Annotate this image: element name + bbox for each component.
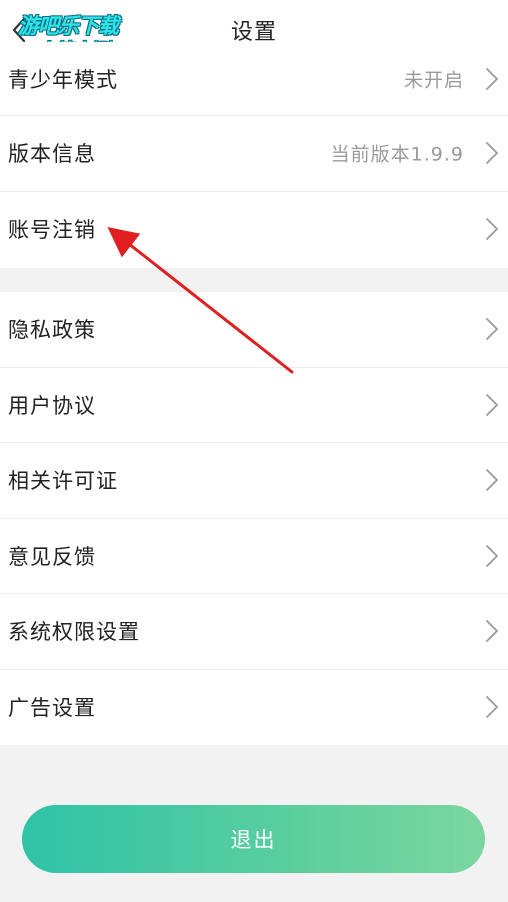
settings-item-version[interactable]: 版本信息 当前版本1.9.9 (0, 116, 508, 192)
settings-item-value: 当前版本1.9.9 (330, 143, 464, 166)
settings-item-label: 系统权限设置 (8, 620, 140, 645)
settings-group-account: 青少年模式 未开启 版本信息 当前版本1.9.9 账号注销 (0, 42, 508, 268)
settings-item-label: 意见反馈 (8, 544, 96, 569)
chevron-right-icon (485, 67, 499, 91)
chevron-right-icon (485, 695, 499, 719)
settings-item-value: 未开启 (403, 69, 464, 91)
settings-group-info: 隐私政策 用户协议 相关许可证 意见反馈 系统权限设置 广告设置 (0, 292, 508, 745)
chevron-right-icon (485, 468, 499, 492)
settings-item-licenses[interactable]: 相关许可证 (0, 443, 508, 519)
settings-item-teen-mode[interactable]: 青少年模式 未开启 (0, 42, 508, 116)
settings-item-ad-settings[interactable]: 广告设置 (0, 670, 508, 746)
settings-item-label: 账号注销 (8, 218, 96, 243)
settings-item-label: 版本信息 (8, 142, 96, 167)
settings-item-label: 用户协议 (8, 393, 96, 418)
chevron-right-icon (485, 217, 499, 241)
settings-item-feedback[interactable]: 意见反馈 (0, 519, 508, 594)
settings-item-delete-account[interactable]: 账号注销 (0, 192, 508, 268)
settings-page: 设置 游吧乐下载 小编亲测 青少年模式 未开启 版本信息 当前版本1.9.9 账… (0, 0, 508, 902)
chevron-right-icon (485, 544, 499, 568)
chevron-right-icon (485, 393, 499, 417)
settings-item-label: 广告设置 (8, 696, 96, 721)
settings-item-label: 隐私政策 (8, 318, 96, 343)
settings-item-label: 青少年模式 (8, 67, 118, 92)
settings-item-privacy-policy[interactable]: 隐私政策 (0, 292, 508, 368)
chevron-right-icon (485, 317, 499, 341)
chevron-right-icon (485, 141, 499, 165)
chevron-right-icon (485, 619, 499, 643)
settings-item-label: 相关许可证 (8, 469, 118, 494)
settings-item-user-agreement[interactable]: 用户协议 (0, 368, 508, 443)
settings-item-system-permissions[interactable]: 系统权限设置 (0, 594, 508, 670)
logout-button[interactable]: 退出 (22, 805, 485, 873)
